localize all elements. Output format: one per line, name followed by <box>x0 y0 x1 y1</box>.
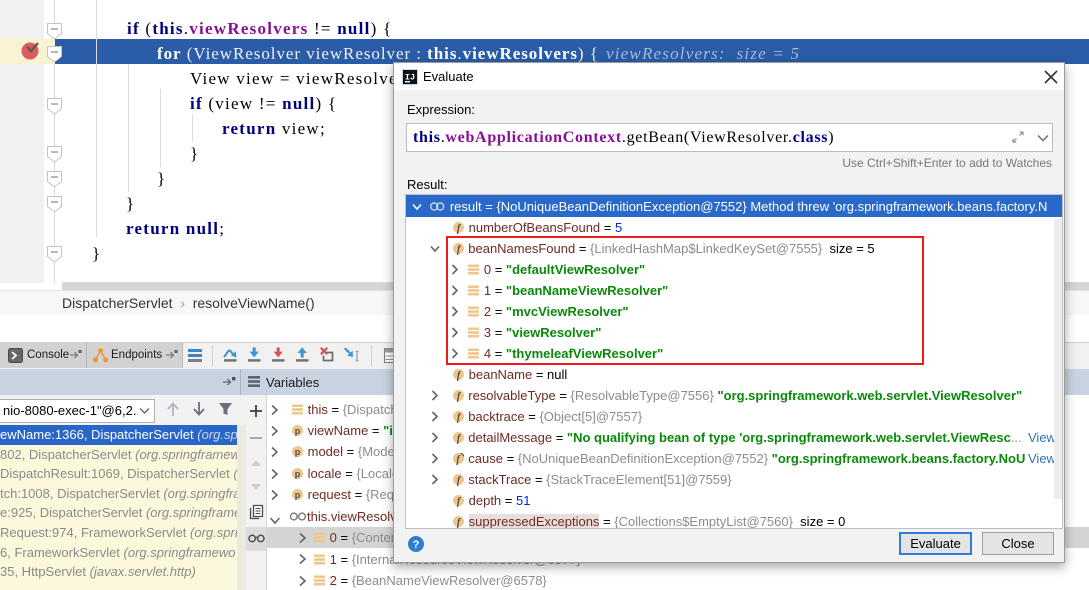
svg-text:p: p <box>295 447 301 457</box>
svg-text:?: ? <box>413 539 420 551</box>
svg-text:p: p <box>295 469 301 479</box>
svg-text:p: p <box>295 490 301 500</box>
svg-text:p: p <box>295 426 301 436</box>
